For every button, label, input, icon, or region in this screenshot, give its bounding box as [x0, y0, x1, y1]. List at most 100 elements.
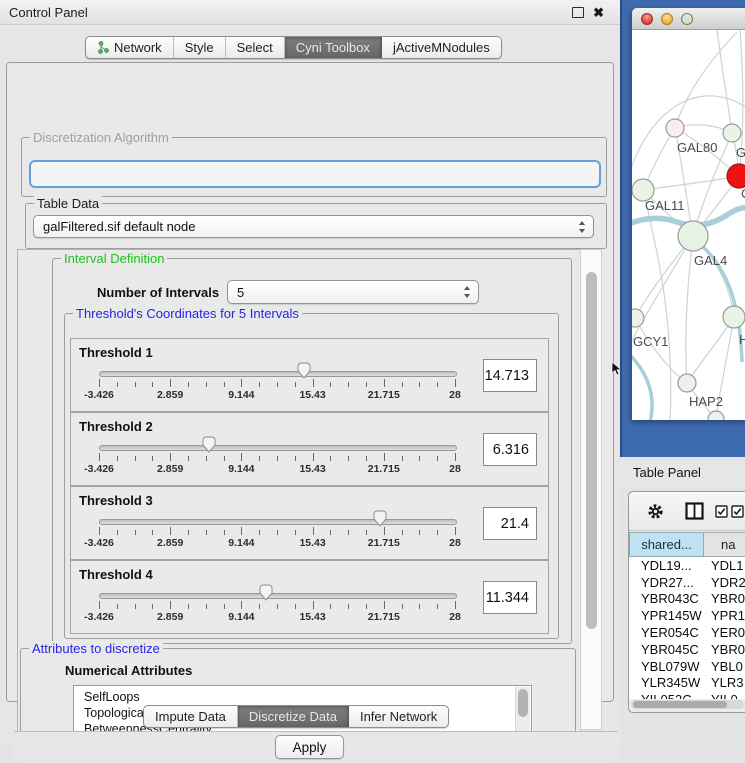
tab-label: Network — [114, 40, 162, 55]
table-row[interactable]: YIL052CYIL0 — [629, 691, 745, 699]
network-nodes[interactable] — [632, 119, 745, 420]
apply-strip: Apply — [14, 731, 618, 763]
node[interactable] — [723, 306, 745, 328]
tab-label: Discretize Data — [249, 709, 337, 724]
table-panel: shared... na YDL19...YDL1 YDR27...YDR2 Y… — [628, 491, 745, 713]
table-row[interactable]: YLR345WYLR3 — [629, 675, 745, 692]
table-row[interactable]: YBL079WYBL0 — [629, 658, 745, 675]
tab-discretize-data[interactable]: Discretize Data — [238, 706, 349, 727]
tab-label: jActiveMNodules — [393, 40, 490, 55]
thresholds-group: Threshold's Coordinates for 5 Intervals … — [64, 313, 559, 639]
node-label: GAL11 — [645, 198, 685, 213]
table-row[interactable]: YBR043CYBR0 — [629, 591, 745, 608]
threshold-panel-3: Threshold 3 -3.4262.8599.14415.4321.7152… — [70, 486, 549, 560]
threshold-value-field[interactable]: 21.4 — [483, 507, 537, 540]
slider-thumb[interactable] — [296, 362, 312, 380]
scrollbar-thumb[interactable] — [586, 272, 597, 629]
threshold-value-field[interactable]: 14.713 — [483, 359, 537, 392]
table-data-combobox[interactable]: galFiltered.sif default node — [33, 215, 594, 238]
tab-label: Cyni Toolbox — [296, 40, 370, 55]
checkbox-icon[interactable] — [731, 505, 744, 518]
column-header-shared-name[interactable]: shared... — [629, 532, 704, 557]
attributes-scrollbar[interactable] — [515, 687, 530, 732]
table-row[interactable]: YBR045CYBR0 — [629, 641, 745, 658]
tab-label: Impute Data — [155, 709, 226, 724]
num-intervals-value: 5 — [237, 285, 244, 300]
tab-label: Infer Network — [360, 709, 437, 724]
zoom-traffic-light[interactable] — [681, 13, 693, 25]
combo-arrows-icon — [578, 221, 586, 233]
slider-track[interactable] — [99, 593, 457, 599]
threshold-label: Threshold 1 — [79, 345, 153, 360]
slider-track[interactable] — [99, 371, 457, 377]
tab-network[interactable]: Network — [86, 37, 174, 58]
node-hap2[interactable] — [678, 374, 696, 392]
num-intervals-combobox[interactable]: 5 — [227, 280, 479, 304]
apply-button[interactable]: Apply — [275, 735, 344, 759]
num-intervals-label: Number of Intervals — [97, 285, 219, 300]
node-label: HAP2 — [689, 394, 723, 409]
node-label: GCY1 — [633, 334, 668, 349]
slider-thumb[interactable] — [258, 584, 274, 602]
tab-impute-data[interactable]: Impute Data — [144, 706, 238, 727]
list-item[interactable]: SelfLoops — [74, 686, 531, 705]
threshold-label: Threshold 2 — [79, 419, 153, 434]
node-label-partial: H — [739, 332, 745, 347]
node-gcy1[interactable] — [632, 309, 644, 327]
tab-label: Select — [237, 40, 273, 55]
table-panel-titlebar: Table Panel — [620, 457, 745, 487]
combo-arrows-icon — [463, 286, 471, 298]
column-layout-icon[interactable] — [685, 502, 704, 520]
checkbox-icon[interactable] — [715, 505, 728, 518]
node-selected-red[interactable] — [727, 164, 745, 188]
interval-definition-group: Interval Definition Number of Intervals … — [52, 258, 572, 644]
group-title: Discretization Algorithm — [30, 130, 172, 145]
node-label-partial: C — [741, 186, 745, 201]
cyni-toolbox-panel: Discretization Algorithm Table Data galF… — [6, 62, 614, 702]
table-data-selected-value: galFiltered.sif default node — [43, 219, 195, 234]
threshold-value-field[interactable]: 6.316 — [483, 433, 537, 466]
tab-infer-network[interactable]: Infer Network — [349, 706, 448, 727]
table-panel-toolbar — [629, 492, 745, 531]
close-traffic-light[interactable] — [641, 13, 653, 25]
network-canvas[interactable]: GAL80 GA C GAL11 GAL4 GCY1 H HAP2 — [632, 30, 745, 420]
tab-cyni-toolbox[interactable]: Cyni Toolbox — [285, 37, 382, 58]
tab-select[interactable]: Select — [226, 37, 285, 58]
node[interactable] — [723, 124, 741, 142]
settings-scrollbar[interactable] — [580, 249, 602, 730]
tab-label: Style — [185, 40, 214, 55]
scrollbar-thumb[interactable] — [633, 701, 727, 708]
node-label: GAL4 — [694, 253, 727, 268]
close-icon[interactable]: ✖ — [593, 6, 604, 19]
node-label: GAL80 — [677, 140, 717, 155]
table-row[interactable]: YDL19...YDL1 — [629, 557, 745, 574]
tab-jactivemnodules[interactable]: jActiveMNodules — [382, 37, 501, 58]
float-window-icon[interactable] — [572, 7, 584, 18]
slider-thumb[interactable] — [372, 510, 388, 528]
slider-track[interactable] — [99, 445, 457, 451]
gear-icon[interactable] — [647, 503, 664, 520]
slider-thumb[interactable] — [201, 436, 217, 454]
node-gal4[interactable] — [678, 221, 708, 251]
table-row[interactable]: YPR145WYPR1 — [629, 607, 745, 624]
table-row[interactable]: YDR27...YDR2 — [629, 574, 745, 591]
node-gal80[interactable] — [666, 119, 684, 137]
threshold-label: Threshold 4 — [79, 567, 153, 582]
network-window-titlebar — [632, 8, 745, 30]
threshold-panel-1: Threshold 1 -3.4262.8599.14415.4321.7152… — [70, 338, 549, 412]
group-title: Interval Definition — [61, 251, 167, 266]
column-header-name[interactable]: na — [704, 532, 745, 557]
table-horizontal-scrollbar[interactable] — [631, 700, 744, 709]
threshold-value-field[interactable]: 11.344 — [483, 581, 537, 614]
threshold-label: Threshold 3 — [79, 493, 153, 508]
tab-style[interactable]: Style — [174, 37, 226, 58]
minimize-traffic-light[interactable] — [661, 13, 673, 25]
group-title: Threshold's Coordinates for 5 Intervals — [73, 306, 302, 321]
algorithm-combobox[interactable] — [29, 160, 601, 188]
table-row[interactable]: YER054CYER0 — [629, 624, 745, 641]
table-header-row: shared... na — [629, 532, 745, 557]
slider-track[interactable] — [99, 519, 457, 525]
threshold-panel-2: Threshold 2 -3.4262.8599.14415.4321.7152… — [70, 412, 549, 486]
control-panel-tabs: Network Style Select Cyni Toolbox jActiv… — [85, 36, 502, 59]
threshold-panel-4: Threshold 4 -3.4262.8599.14415.4321.7152… — [70, 560, 549, 634]
